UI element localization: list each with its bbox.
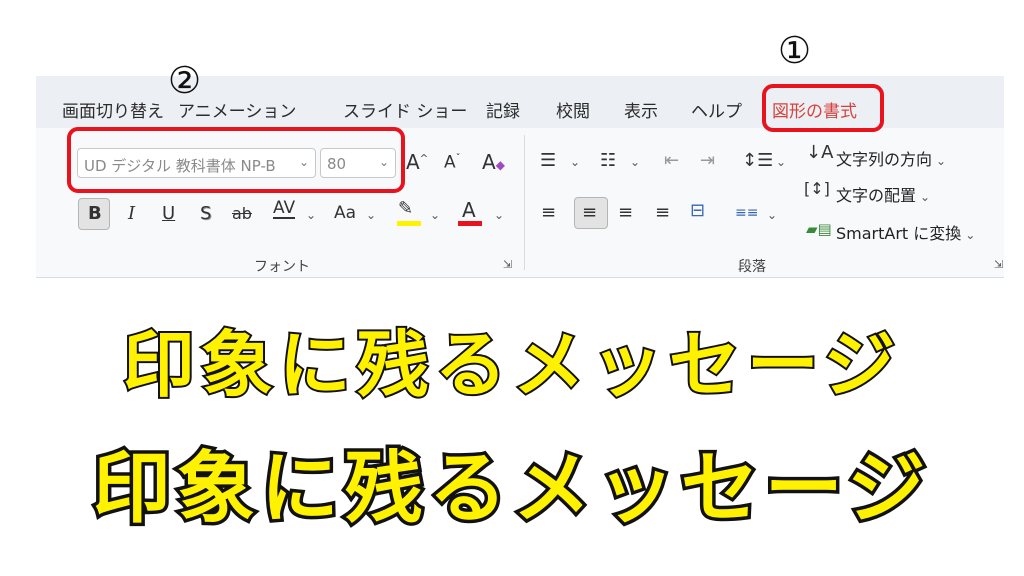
text-direction-button[interactable]: 文字列の方向 ⌄ (836, 146, 946, 170)
shrink-font-button[interactable]: Aˇ (444, 154, 461, 172)
font-color-button[interactable]: A (462, 200, 476, 220)
chevron-down-icon[interactable]: ⌄ (570, 156, 580, 168)
shadow-button[interactable]: S (200, 205, 211, 223)
bold-button[interactable]: B (88, 205, 102, 223)
convert-smartart-button[interactable]: SmartArt に変換 ⌄ (836, 220, 975, 244)
bullets-icon[interactable]: ☰ (540, 152, 556, 170)
tab-view[interactable]: 表示 (624, 97, 658, 122)
chevron-down-icon[interactable]: ⌄ (630, 156, 640, 168)
chevron-down-icon[interactable]: ⌄ (299, 155, 309, 169)
character-spacing-button[interactable]: AV (273, 200, 296, 219)
font-size-combo[interactable]: 80 ⌄ (320, 148, 396, 178)
chevron-down-icon[interactable]: ⌄ (776, 156, 786, 168)
dialog-launcher-icon[interactable]: ⇲ (503, 259, 512, 270)
chevron-down-icon[interactable]: ⌄ (430, 209, 440, 221)
paragraph-group-label: 段落 (738, 259, 766, 275)
justify-icon[interactable]: ≡ (655, 204, 670, 222)
line-spacing-icon[interactable]: ↕☰ (742, 152, 773, 170)
font-name-combo[interactable]: UD デジタル 教科書体 NP-B ⌄ (77, 148, 316, 178)
font-name-value: UD デジタル 教科書体 NP-B (84, 157, 276, 175)
change-case-button[interactable]: Aa (334, 205, 356, 222)
tab-record[interactable]: 記録 (486, 97, 520, 122)
strikethrough-button[interactable]: ab (232, 206, 252, 222)
font-group-label: フォント (254, 259, 310, 275)
clear-format-icon[interactable]: A◆ (482, 152, 505, 172)
decrease-indent-icon[interactable]: ⇤ (664, 152, 679, 170)
highlight-color-bar (397, 221, 421, 226)
font-size-value: 80 (327, 155, 347, 173)
font-color-bar (458, 221, 482, 226)
step-marker-2: ② (168, 59, 202, 102)
dialog-launcher-icon[interactable]: ⇲ (994, 259, 1003, 270)
tab-help[interactable]: ヘルプ (691, 97, 742, 122)
increase-indent-icon[interactable]: ⇥ (700, 152, 715, 170)
tab-slideshow[interactable]: スライド ショー (343, 97, 467, 122)
align-center-icon[interactable]: ≡ (582, 204, 597, 222)
group-separator (524, 135, 525, 270)
align-text-icon[interactable]: [↕] (804, 181, 830, 197)
smartart-icon[interactable]: ▰▤ (806, 222, 832, 237)
slide-text-outline-thick: 印象に残るメッセージ (89, 441, 932, 538)
chevron-down-icon[interactable]: ⌄ (366, 209, 376, 221)
chevron-down-icon[interactable]: ⌄ (306, 209, 316, 221)
slide-text-outline-thin: 印象に残るメッセージ (121, 321, 902, 409)
tab-review[interactable]: 校閲 (556, 97, 590, 122)
align-right-icon[interactable]: ≡ (618, 204, 633, 222)
tab-transitions[interactable]: 画面切り替え (62, 97, 164, 122)
highlight-box-shape-format (762, 84, 884, 132)
text-direction-icon[interactable]: ↓A (806, 144, 833, 162)
step-marker-1: ① (778, 29, 812, 72)
underline-button[interactable]: U (162, 205, 175, 223)
align-left-icon[interactable]: ≡ (541, 204, 556, 222)
ribbon-divider (36, 277, 1004, 278)
italic-button[interactable]: I (128, 205, 135, 223)
align-text-button[interactable]: 文字の配置 ⌄ (836, 182, 930, 206)
distributed-icon[interactable]: ⊟ (690, 202, 705, 220)
columns-icon[interactable]: ≡≡ (735, 206, 758, 220)
chevron-down-icon[interactable]: ⌄ (494, 209, 504, 221)
chevron-down-icon[interactable]: ⌄ (379, 155, 389, 169)
chevron-down-icon[interactable]: ⌄ (767, 209, 777, 221)
numbering-icon[interactable]: ☷ (600, 152, 616, 170)
highlight-pen-icon[interactable]: ✎ (398, 200, 413, 218)
grow-font-button[interactable]: A^ (406, 152, 428, 172)
